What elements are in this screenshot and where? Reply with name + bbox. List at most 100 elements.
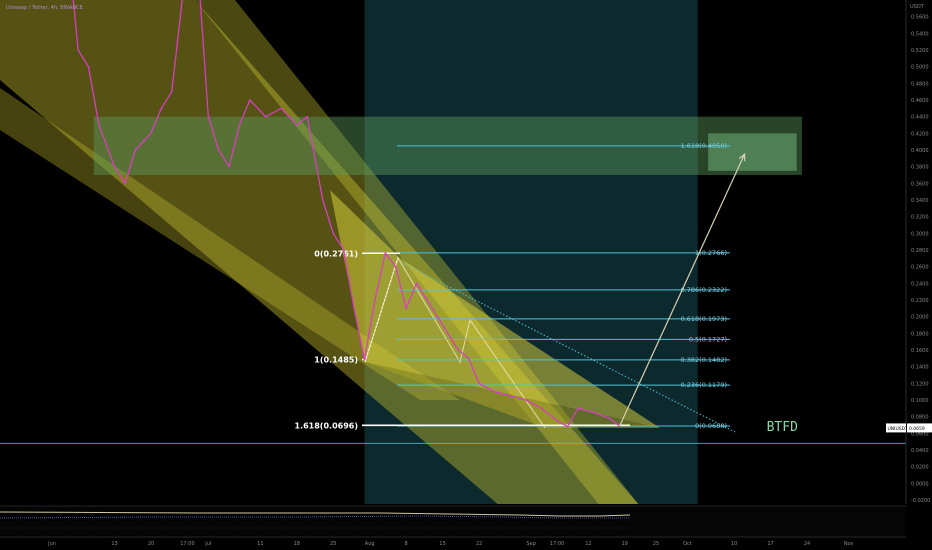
price-point [238,124,241,126]
price-point [332,232,335,235]
price-point [540,407,543,410]
fib-retracement-level-label: 0.786(0.2322) [681,286,727,294]
price-point [342,249,345,251]
price-axis-label: 0.2000 [911,315,929,321]
indicator-pane [0,505,906,536]
price-point [566,425,569,428]
price-point [77,49,80,51]
chart-svg[interactable]: 1.618(0.4050)1(0.2766)0.786(0.2322)0.618… [0,0,932,550]
price-point [446,332,449,335]
price-point [394,265,397,268]
price-point [321,199,324,201]
time-axis-label: 11 [257,541,263,547]
price-tag-value: 0.0659 [909,426,925,432]
price-axis-label: 0.2400 [911,281,929,287]
price-point [170,90,173,93]
time-axis-label: 17:00 [180,541,194,547]
price-point [467,357,470,360]
price-axis-label: 0.5400 [911,31,929,37]
price-point [405,307,408,310]
price-axis-label: 0.1200 [911,381,929,387]
price-point [264,115,267,118]
price-axis-label: 0.3800 [911,165,929,171]
time-axis-label: 20 [148,541,154,547]
symbol-header: Uniswap / Tether, 4h, BINANCE [6,5,83,11]
price-point [384,252,387,255]
price-axis-label: 0.2200 [911,298,929,304]
price-axis-label: 0.1400 [911,365,929,371]
price-axis-label: 0.0200 [911,465,929,471]
price-tag-symbol: UNIUSDT [888,426,909,432]
fib-retracement-level-label: 0.5(0.1727) [689,335,727,343]
fib-retracement-level-label: 0.382(0.1482) [681,356,727,364]
time-axis-label: 19 [622,541,628,547]
price-axis-label: -0.0200 [911,498,930,504]
price-axis-label: 0.3400 [911,198,929,204]
fib-extension-level-label: 1(0.1485) [314,356,358,365]
time-axis-label: 25 [653,541,659,547]
time-axis-label: 24 [804,541,810,547]
price-axis-label: 0.4000 [911,148,929,154]
price-point [509,394,512,397]
price-axis-label: 0.2800 [911,248,929,254]
price-point [457,349,460,351]
price-axis-label: 0.5600 [911,15,929,21]
price-point [150,132,152,135]
price-point [124,182,126,185]
price-point [217,149,220,151]
price-point [426,299,428,301]
fib-extension-level-label: 0(0.2761) [314,249,358,258]
price-point [113,165,116,168]
price-axis-label: 0.4400 [911,115,929,121]
time-axis-label: Aug [365,541,375,547]
price-point [228,165,231,168]
time-axis-label: 22 [476,541,482,547]
price-point [436,315,439,318]
price-point [478,382,480,385]
price-point [363,358,366,361]
price-axis-label: 0.0000 [911,481,929,487]
price-axis-label: 0.1000 [911,398,929,404]
price-point [134,149,137,151]
price-point [280,107,283,110]
btfd-annotation: BTFD [767,420,798,435]
price-point [608,417,611,420]
time-axis-label: Sep [526,541,535,547]
price-point [207,115,210,118]
price-point [592,411,595,414]
price-point [556,419,559,422]
fib-retracement-level-label: 0.236(0.1179) [681,381,727,389]
time-axis-label: 13 [111,541,117,547]
time-axis-label: Jun [47,541,56,547]
price-point [160,107,163,110]
price-axis-unit: USDT [910,4,925,10]
price-axis-label: 0.4200 [911,131,929,137]
price-axis-label: 0.2600 [911,265,929,271]
fib-retracement-level-label: 1.618(0.4050) [681,142,727,150]
price-point [524,399,527,401]
time-axis-label: 17 [767,541,773,547]
time-axis-label: 12 [585,541,591,547]
price-axis-label: 0.4800 [911,81,929,87]
price-point [295,124,298,126]
time-axis-label: 17:00 [550,541,564,547]
price-point [353,307,355,310]
time-axis-label: Oct [683,541,692,547]
price-point [249,99,251,101]
time-axis-label: 25 [330,541,336,547]
price-axis-label: 0.4600 [911,98,929,104]
time-axis-label: Nov [844,541,854,547]
chart-area[interactable]: 1.618(0.4050) 1(0.2766) 0.786(0.2322) 0.618… [0,0,932,550]
indicator-pane-bg [0,506,906,536]
price-point [306,115,309,118]
current-price-tag: UNIUSDT 0.0659 [886,423,932,433]
price-point [87,65,90,68]
time-axis-label: 10 [731,541,737,547]
time-axis-label: 15 [439,541,445,547]
target-box [708,133,797,171]
price-axis-label: 0.3600 [911,181,929,187]
price-axis-label: 0.0400 [911,448,929,454]
price-axis-label: 0.0800 [911,415,929,421]
time-axis-label: 8 [405,541,408,547]
fib-retracement-level-label: 0(0.0688) [695,422,727,430]
